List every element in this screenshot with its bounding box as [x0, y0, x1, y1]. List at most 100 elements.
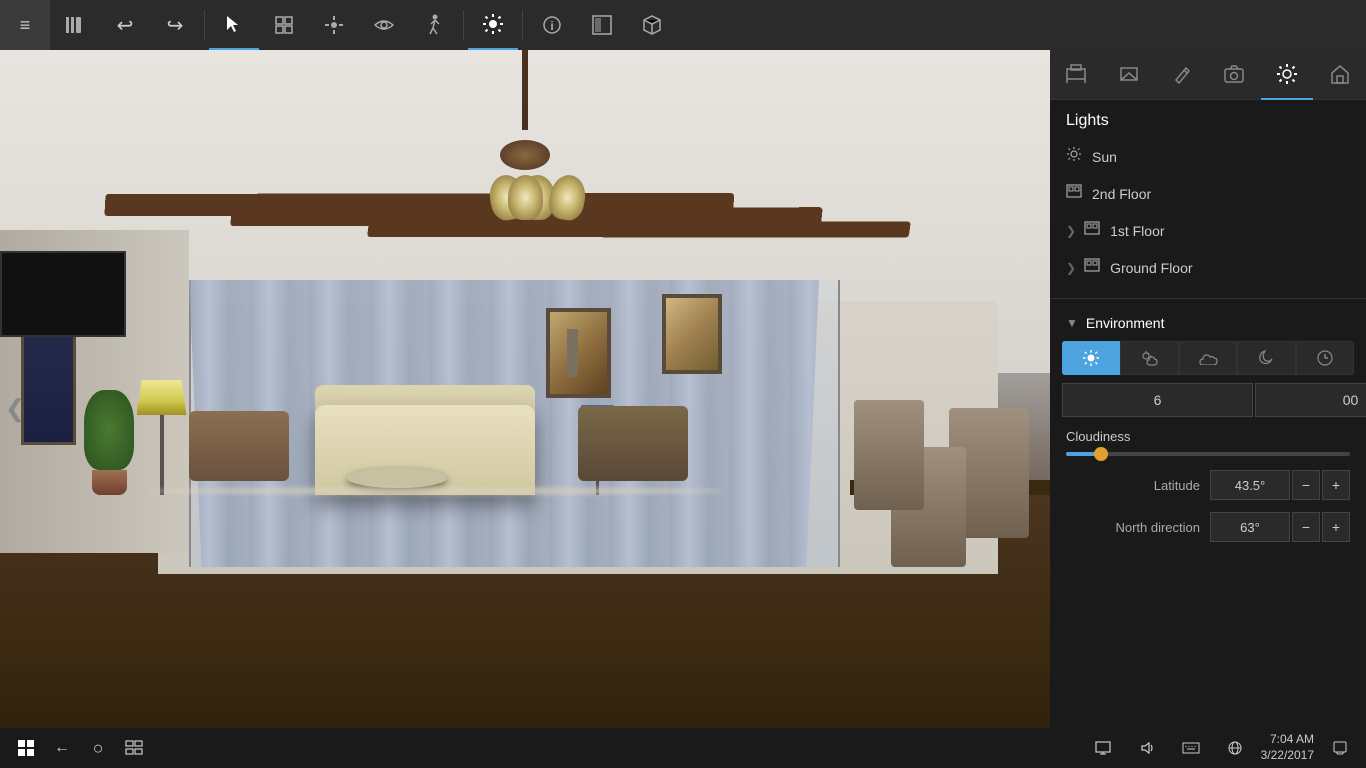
env-collapse-icon: ▼ — [1066, 316, 1078, 330]
edit-button[interactable] — [309, 0, 359, 50]
right-panel: Lights Sun — [1050, 50, 1366, 768]
time-hour-input[interactable]: 6 — [1062, 383, 1253, 417]
menu-button[interactable]: ≡ — [0, 0, 50, 50]
separator-1 — [204, 10, 205, 40]
notification-button[interactable] — [1322, 730, 1358, 766]
layout-button[interactable] — [577, 0, 627, 50]
light-item-2nd-floor[interactable]: 2nd Floor — [1050, 175, 1366, 212]
light-item-1st-floor[interactable]: ❯ 1st Floor — [1050, 212, 1366, 249]
mode-cloudy[interactable] — [1179, 341, 1237, 375]
windows-icon — [17, 739, 35, 757]
sun-icon — [482, 13, 504, 35]
build-tab-icon — [1065, 63, 1087, 85]
tab-camera[interactable] — [1208, 50, 1261, 100]
monitor-icon[interactable] — [1085, 730, 1121, 766]
latitude-label: Latitude — [1066, 478, 1200, 493]
coffee-table — [347, 468, 447, 488]
environment-section: ▼ Environment — [1050, 299, 1366, 768]
mode-partly-cloudy[interactable] — [1120, 341, 1178, 375]
tab-paint[interactable] — [1155, 50, 1208, 100]
taskbar: ← ○ — [0, 728, 1366, 768]
chandelier — [445, 50, 605, 220]
cloudy-icon — [1198, 351, 1218, 365]
chandelier-light-4 — [508, 175, 543, 220]
select-icon — [224, 14, 244, 34]
view-icon — [374, 15, 394, 35]
start-button[interactable] — [8, 730, 44, 766]
info-button[interactable]: i — [527, 0, 577, 50]
floor-light-icon-2 — [1066, 183, 1082, 204]
keyboard-icon[interactable] — [1173, 730, 1209, 766]
north-direction-input[interactable] — [1210, 512, 1290, 542]
north-direction-increase-button[interactable]: + — [1322, 512, 1350, 542]
select-button[interactable] — [209, 0, 259, 50]
tab-lights[interactable] — [1261, 50, 1314, 100]
clock-date: 3/22/2017 — [1261, 748, 1314, 764]
latitude-increase-button[interactable]: + — [1322, 470, 1350, 500]
3d-scene: ❮ — [0, 50, 1050, 768]
lights-tab-icon — [1276, 63, 1298, 85]
light-item-ground-floor[interactable]: ❯ Ground Floor — [1050, 249, 1366, 286]
search-circle-icon: ○ — [93, 738, 104, 759]
arrange-button[interactable] — [259, 0, 309, 50]
floor-light-icon-1 — [1084, 220, 1100, 241]
tab-room[interactable] — [1103, 50, 1156, 100]
floor-lamp-left — [137, 380, 187, 495]
sun-light-icon — [1066, 146, 1082, 167]
language-icon[interactable] — [1217, 730, 1253, 766]
nav-arrow-left[interactable]: ❮ — [5, 395, 25, 424]
sun-button[interactable] — [468, 0, 518, 50]
separator-3 — [522, 10, 523, 40]
environment-modes — [1062, 341, 1354, 375]
chandelier-light-3 — [546, 172, 588, 222]
light-item-sun[interactable]: Sun — [1050, 138, 1366, 175]
light-item-1st-floor-label: 1st Floor — [1110, 223, 1164, 239]
environment-header[interactable]: ▼ Environment — [1050, 311, 1366, 341]
lights-title: Lights — [1050, 112, 1366, 138]
tv — [0, 251, 126, 337]
room-tab-icon — [1118, 63, 1140, 85]
task-view-button[interactable] — [116, 730, 152, 766]
house-tab-icon — [1329, 63, 1351, 85]
night-icon — [1257, 349, 1275, 367]
taskbar-system-area: 7:04 AM 3/22/2017 — [1085, 730, 1358, 766]
time-minute-input[interactable]: 00 — [1255, 383, 1366, 417]
info-icon: i — [542, 15, 562, 35]
volume-icon[interactable] — [1129, 730, 1165, 766]
threed-button[interactable] — [627, 0, 677, 50]
view-button[interactable] — [359, 0, 409, 50]
walk-button[interactable] — [409, 0, 459, 50]
language-display-icon — [1227, 741, 1243, 755]
scene-viewport[interactable]: ❮ — [0, 50, 1050, 768]
svg-text:i: i — [550, 19, 553, 33]
mode-night[interactable] — [1237, 341, 1295, 375]
mode-time[interactable] — [1296, 341, 1354, 375]
menu-icon: ≡ — [20, 15, 31, 36]
panel-tabs — [1050, 50, 1366, 100]
chair-1 — [189, 411, 289, 481]
tab-house[interactable] — [1313, 50, 1366, 100]
monitor-display-icon — [1095, 741, 1111, 755]
time-row: 6 00 AM — [1062, 383, 1354, 417]
north-direction-row: North direction − + — [1050, 506, 1366, 548]
threed-icon — [641, 14, 663, 36]
cloudiness-thumb[interactable] — [1094, 447, 1108, 461]
search-button[interactable]: ○ — [80, 730, 116, 766]
edit-icon — [324, 15, 344, 35]
north-direction-decrease-button[interactable]: − — [1292, 512, 1320, 542]
back-button[interactable]: ← — [44, 730, 80, 766]
environment-title: Environment — [1086, 315, 1165, 331]
latitude-input[interactable] — [1210, 470, 1290, 500]
undo-button[interactable]: ↩ — [100, 0, 150, 50]
lights-section: Lights Sun — [1050, 100, 1366, 299]
undo-icon: ↩ — [117, 13, 134, 38]
back-icon: ← — [54, 739, 70, 757]
walk-icon — [424, 14, 444, 36]
library-button[interactable] — [50, 0, 100, 50]
mode-clear[interactable] — [1062, 341, 1120, 375]
cloudiness-slider[interactable] — [1066, 452, 1350, 456]
redo-icon: ↪ — [167, 13, 184, 38]
latitude-decrease-button[interactable]: − — [1292, 470, 1320, 500]
redo-button[interactable]: ↪ — [150, 0, 200, 50]
tab-build[interactable] — [1050, 50, 1103, 100]
